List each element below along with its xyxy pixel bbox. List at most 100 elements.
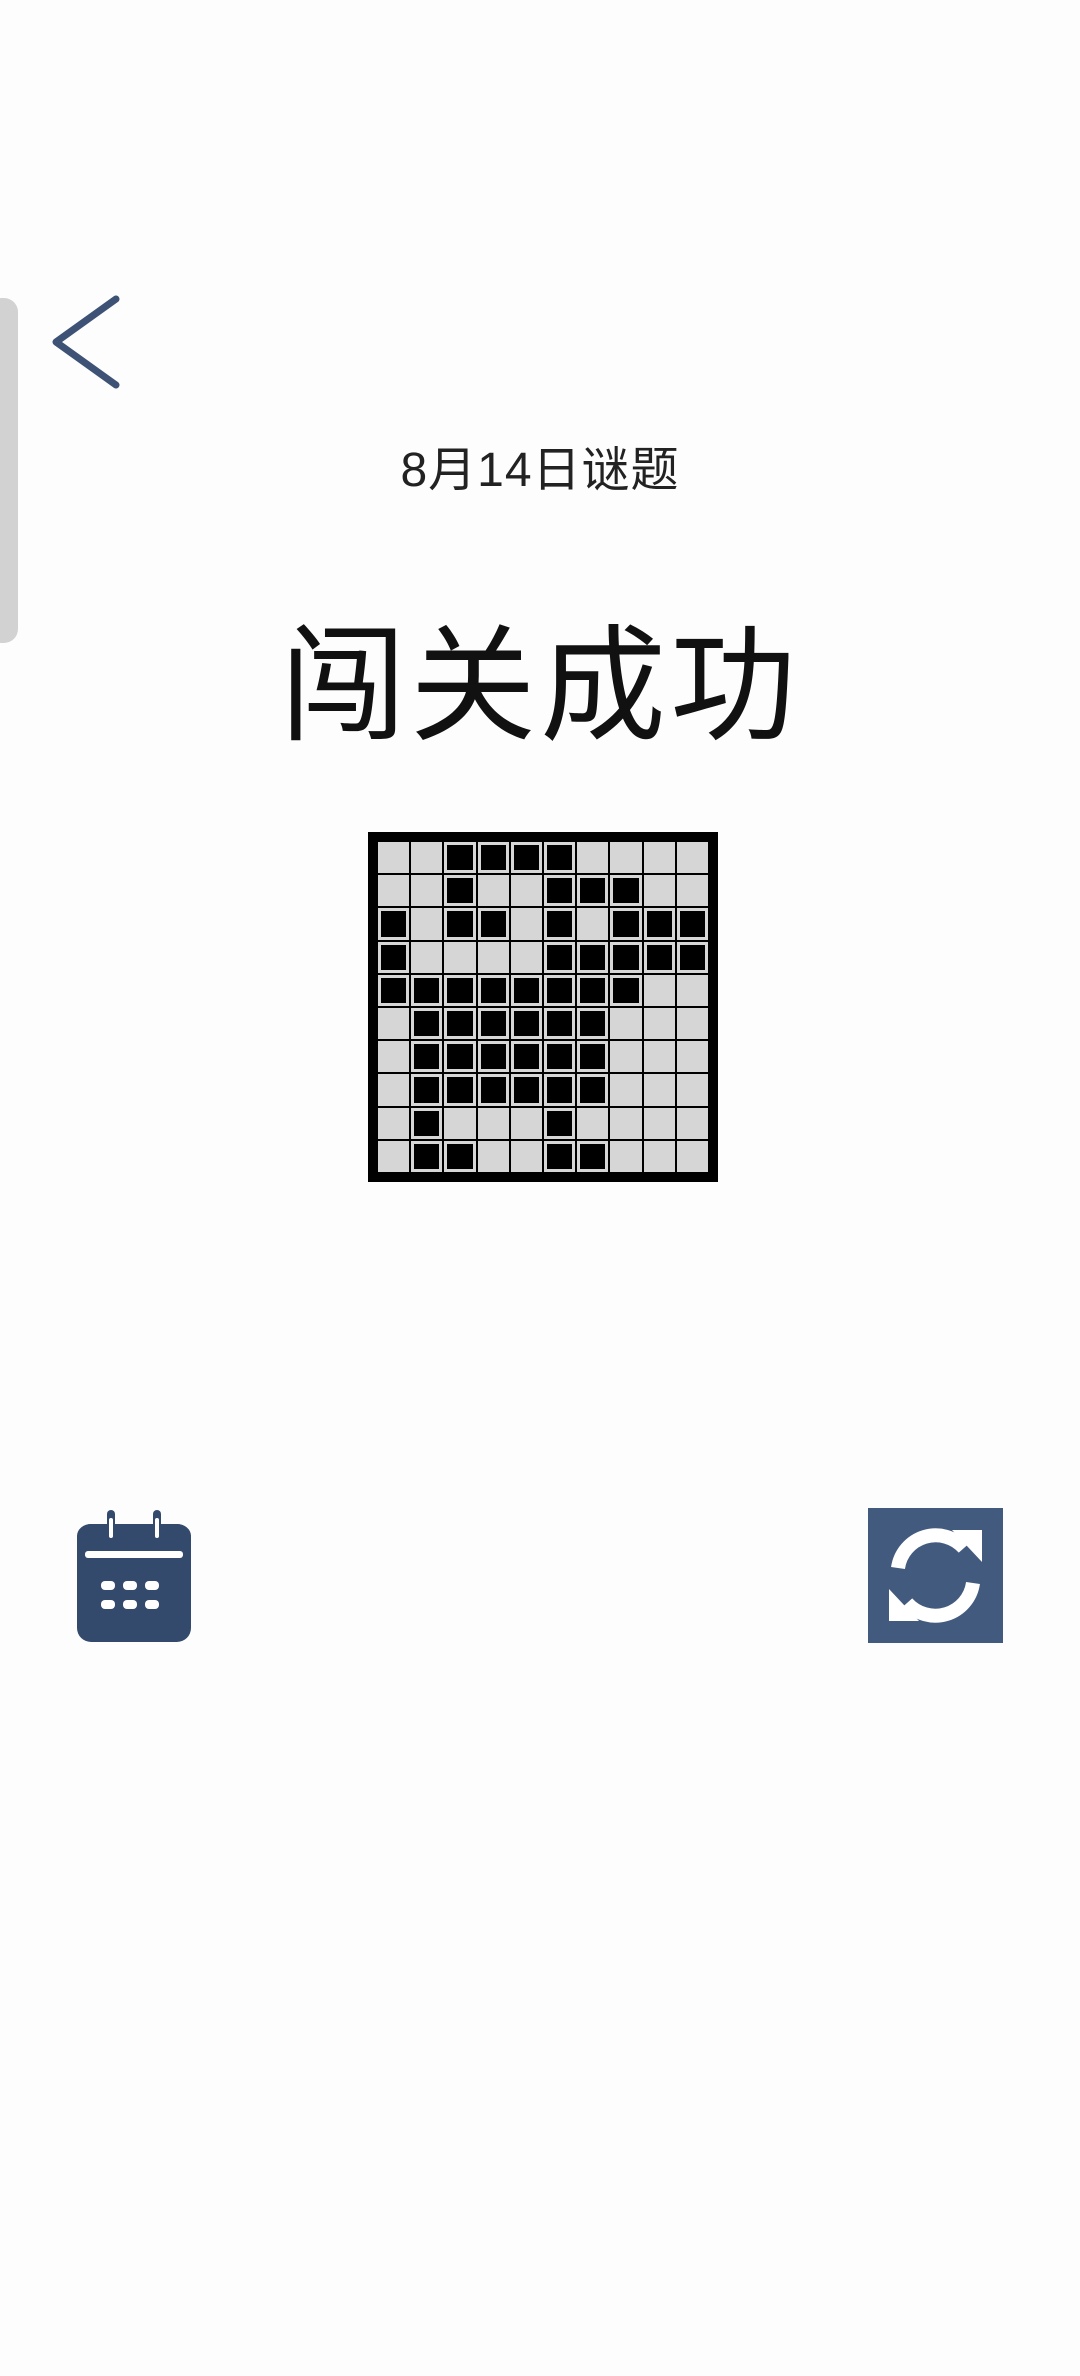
puzzle-cell-empty <box>643 875 675 907</box>
puzzle-cell-empty <box>610 1074 642 1106</box>
puzzle-cell-filled <box>444 1008 476 1040</box>
puzzle-cell-filled <box>577 1074 609 1106</box>
puzzle-cell-empty <box>411 842 443 874</box>
puzzle-cell-empty <box>378 1140 410 1172</box>
puzzle-date-label: 8月14日谜题 <box>400 444 680 497</box>
puzzle-cell-empty <box>643 1107 675 1139</box>
calendar-button[interactable] <box>75 1508 193 1644</box>
puzzle-cell-filled <box>643 941 675 973</box>
puzzle-cell-empty <box>643 842 675 874</box>
puzzle-cell-empty <box>577 1107 609 1139</box>
puzzle-cell-filled <box>544 842 576 874</box>
puzzle-cell-filled <box>577 1008 609 1040</box>
puzzle-cell-empty <box>643 1041 675 1073</box>
puzzle-cell-filled <box>411 1140 443 1172</box>
puzzle-board <box>368 832 718 1182</box>
chevron-left-icon <box>52 295 120 389</box>
puzzle-cell-empty <box>610 1008 642 1040</box>
puzzle-cell-filled <box>378 974 410 1006</box>
puzzle-cell-filled <box>577 1041 609 1073</box>
puzzle-cell-filled <box>378 941 410 973</box>
puzzle-cell-filled <box>411 974 443 1006</box>
puzzle-cell-empty <box>510 875 542 907</box>
puzzle-cell-filled <box>676 908 708 940</box>
puzzle-cell-empty <box>411 908 443 940</box>
puzzle-cell-filled <box>477 1041 509 1073</box>
puzzle-cell-empty <box>444 1107 476 1139</box>
back-button[interactable] <box>40 285 140 400</box>
puzzle-cell-filled <box>544 908 576 940</box>
puzzle-cell-filled <box>411 1107 443 1139</box>
puzzle-cell-empty <box>610 842 642 874</box>
puzzle-cell-filled <box>477 1008 509 1040</box>
puzzle-cell-empty <box>510 1107 542 1139</box>
puzzle-cell-filled <box>577 941 609 973</box>
refresh-button[interactable] <box>868 1508 1003 1643</box>
puzzle-cell-filled <box>444 875 476 907</box>
puzzle-cell-empty <box>411 941 443 973</box>
puzzle-cell-filled <box>544 1074 576 1106</box>
puzzle-cell-filled <box>477 974 509 1006</box>
puzzle-cell-filled <box>643 908 675 940</box>
calendar-icon <box>77 1510 191 1642</box>
puzzle-cell-filled <box>444 1041 476 1073</box>
puzzle-cell-empty <box>676 1041 708 1073</box>
puzzle-cell-empty <box>477 941 509 973</box>
puzzle-cell-filled <box>510 1041 542 1073</box>
puzzle-cell-filled <box>544 875 576 907</box>
puzzle-cell-filled <box>610 875 642 907</box>
page-title: 闯关成功 <box>280 616 800 757</box>
puzzle-cell-empty <box>643 974 675 1006</box>
puzzle-cell-empty <box>610 1041 642 1073</box>
puzzle-cell-filled <box>577 974 609 1006</box>
puzzle-cell-filled <box>477 842 509 874</box>
puzzle-cell-empty <box>676 875 708 907</box>
puzzle-cell-empty <box>676 1107 708 1139</box>
puzzle-cell-filled <box>510 974 542 1006</box>
puzzle-cell-empty <box>411 875 443 907</box>
puzzle-cell-empty <box>676 842 708 874</box>
puzzle-cell-filled <box>444 1074 476 1106</box>
puzzle-cell-filled <box>444 974 476 1006</box>
puzzle-cell-empty <box>510 1140 542 1172</box>
puzzle-cell-filled <box>676 941 708 973</box>
puzzle-cell-filled <box>411 1074 443 1106</box>
puzzle-cell-empty <box>676 1140 708 1172</box>
puzzle-cell-empty <box>378 1008 410 1040</box>
puzzle-cell-empty <box>378 875 410 907</box>
puzzle-cell-filled <box>610 908 642 940</box>
puzzle-cell-empty <box>643 1074 675 1106</box>
puzzle-cell-filled <box>411 1041 443 1073</box>
puzzle-cell-empty <box>378 1107 410 1139</box>
puzzle-cell-filled <box>610 941 642 973</box>
puzzle-cell-empty <box>610 1140 642 1172</box>
puzzle-cell-filled <box>610 974 642 1006</box>
puzzle-cell-empty <box>643 1140 675 1172</box>
puzzle-cell-filled <box>510 842 542 874</box>
puzzle-cell-filled <box>577 875 609 907</box>
puzzle-cell-filled <box>378 908 410 940</box>
puzzle-cell-empty <box>577 842 609 874</box>
puzzle-cell-filled <box>544 1140 576 1172</box>
puzzle-cell-filled <box>444 1140 476 1172</box>
puzzle-cell-filled <box>544 1041 576 1073</box>
puzzle-cell-empty <box>510 941 542 973</box>
puzzle-cell-empty <box>444 941 476 973</box>
puzzle-cell-empty <box>378 1041 410 1073</box>
puzzle-result-screen: 8月14日谜题 闯关成功 <box>0 0 1080 2376</box>
puzzle-cell-empty <box>477 1140 509 1172</box>
puzzle-cell-filled <box>510 1008 542 1040</box>
puzzle-cell-empty <box>378 842 410 874</box>
puzzle-cell-filled <box>444 908 476 940</box>
puzzle-cell-filled <box>477 908 509 940</box>
puzzle-cell-empty <box>577 908 609 940</box>
puzzle-cell-filled <box>544 974 576 1006</box>
puzzle-cell-filled <box>477 1074 509 1106</box>
puzzle-cell-empty <box>610 1107 642 1139</box>
puzzle-cell-filled <box>411 1008 443 1040</box>
puzzle-cell-filled <box>544 1008 576 1040</box>
puzzle-cell-empty <box>477 1107 509 1139</box>
puzzle-cell-filled <box>510 1074 542 1106</box>
puzzle-cell-empty <box>676 974 708 1006</box>
puzzle-cell-empty <box>676 1008 708 1040</box>
